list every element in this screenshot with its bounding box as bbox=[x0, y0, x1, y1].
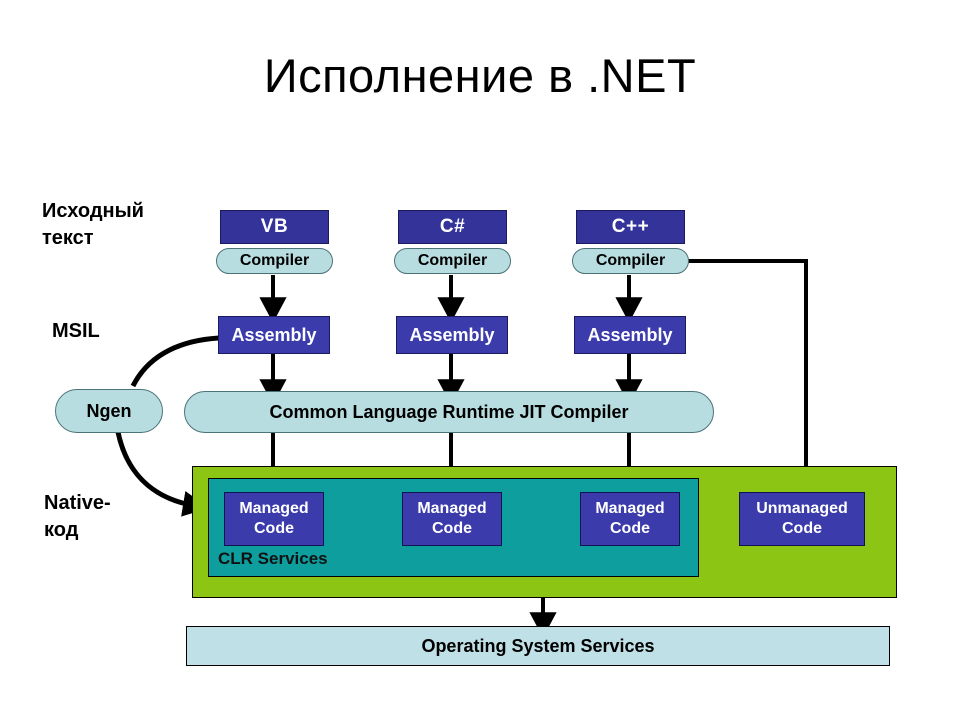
unmanaged-code-line1: Unmanaged bbox=[756, 500, 848, 517]
compiler-pill-cpp[interactable]: Compiler bbox=[572, 248, 689, 274]
managed-code-line2: Code bbox=[610, 520, 650, 537]
stage-label-msil: MSIL bbox=[52, 320, 100, 342]
ngen-pill[interactable]: Ngen bbox=[55, 389, 163, 433]
assembly-box-csharp[interactable]: Assembly bbox=[396, 316, 508, 354]
compiler-pill-csharp[interactable]: Compiler bbox=[394, 248, 511, 274]
managed-code-box-2[interactable]: Managed Code bbox=[402, 492, 502, 546]
slide-canvas: Исполнение в .NET Исходный текст MSIL Na… bbox=[0, 0, 960, 720]
page-title: Исполнение в .NET bbox=[263, 49, 697, 102]
jit-compiler-pill[interactable]: Common Language Runtime JIT Compiler bbox=[184, 391, 714, 433]
managed-code-line1: Managed bbox=[239, 500, 309, 517]
managed-code-line1: Managed bbox=[595, 500, 665, 517]
diagram-connectors bbox=[115, 259, 820, 638]
managed-code-box-1[interactable]: Managed Code bbox=[224, 492, 324, 546]
compiler-pill-vb[interactable]: Compiler bbox=[216, 248, 333, 274]
unmanaged-code-box[interactable]: Unmanaged Code bbox=[739, 492, 865, 546]
assembly-box-vb[interactable]: Assembly bbox=[218, 316, 330, 354]
managed-code-line2: Code bbox=[432, 520, 472, 537]
language-box-csharp[interactable]: C# bbox=[398, 210, 507, 244]
managed-code-box-3[interactable]: Managed Code bbox=[580, 492, 680, 546]
assembly-box-cpp[interactable]: Assembly bbox=[574, 316, 686, 354]
clr-services-label: CLR Services bbox=[218, 549, 328, 568]
stage-label-native: Native- код bbox=[44, 492, 111, 541]
managed-code-line2: Code bbox=[254, 520, 294, 537]
language-box-cpp[interactable]: C++ bbox=[576, 210, 685, 244]
language-box-vb[interactable]: VB bbox=[220, 210, 329, 244]
stage-label-source: Исходный текст bbox=[42, 200, 144, 249]
managed-code-line1: Managed bbox=[417, 500, 487, 517]
operating-system-services-bar[interactable]: Operating System Services bbox=[186, 626, 890, 666]
unmanaged-code-line2: Code bbox=[782, 520, 822, 537]
